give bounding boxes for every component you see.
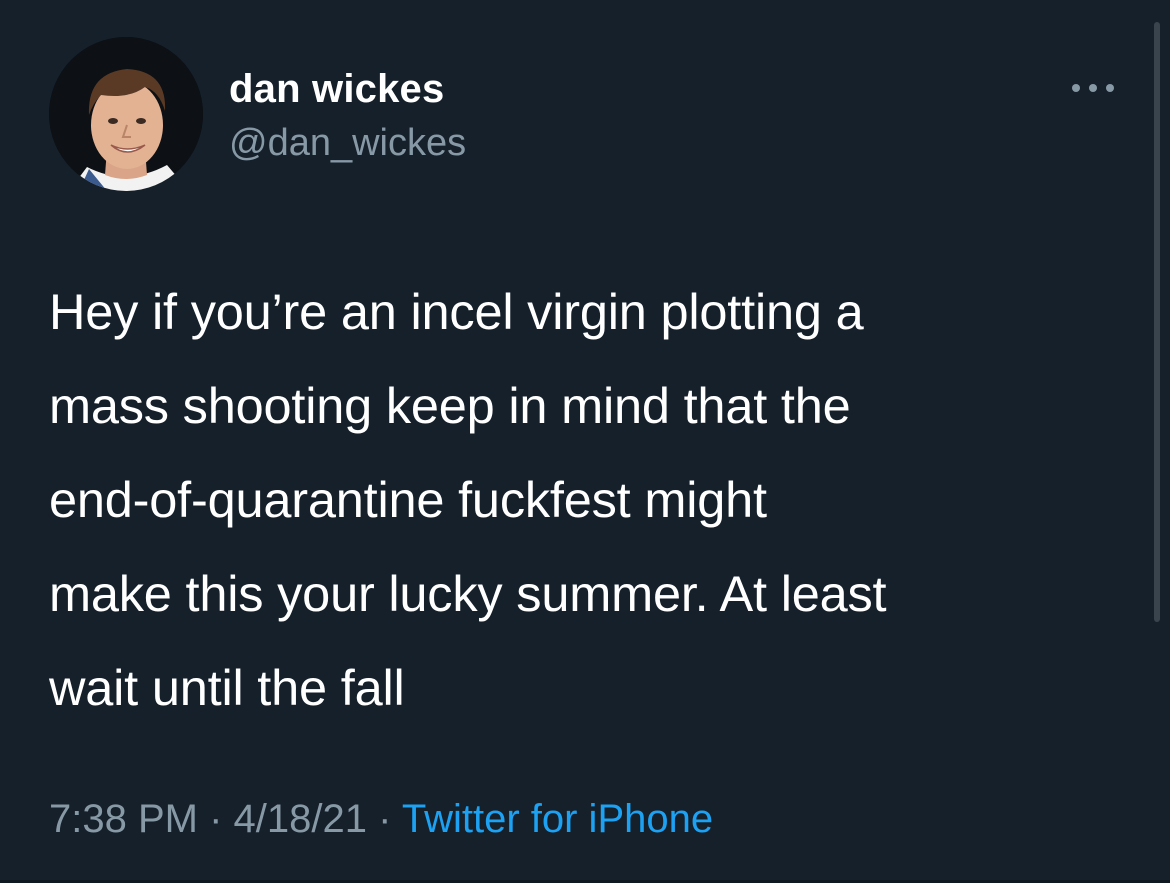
tweet-date[interactable]: 4/18/21 [234,797,367,841]
tweet-card: dan wickes @dan_wickes Hey if you’re an … [0,0,1170,883]
author-handle[interactable]: @dan_wickes [229,120,466,166]
more-options-button[interactable] [1068,70,1118,106]
profile-photo-icon [49,37,203,191]
tweet-metadata: 7:38 PM · 4/18/21 · Twitter for iPhone [49,793,713,845]
meta-separator: · [378,797,392,841]
author-display-name[interactable]: dan wickes [229,66,444,112]
tweet-time[interactable]: 7:38 PM [49,797,198,841]
avatar[interactable] [49,37,203,191]
meta-separator: · [209,797,223,841]
tweet-source-link[interactable]: Twitter for iPhone [402,797,713,841]
tweet-text: Hey if you’re an incel virgin plotting a… [49,283,887,716]
more-options-icon [1072,84,1114,92]
scrollbar[interactable] [1154,22,1160,622]
